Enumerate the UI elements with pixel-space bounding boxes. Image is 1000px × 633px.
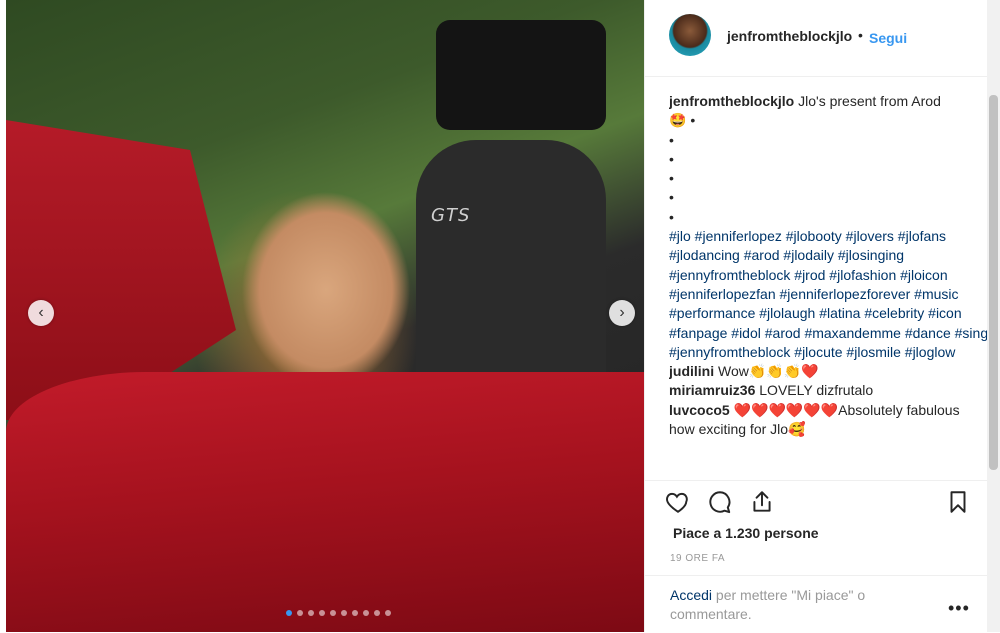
carousel-indicator — [286, 610, 391, 616]
comment-username[interactable]: miriamruiz36 — [669, 382, 755, 398]
caption-hashtags[interactable]: #jlo #jenniferlopez #jlobooty #jlovers #… — [669, 228, 988, 360]
login-text-block: Accedi per mettere "Mi piace" o commenta… — [670, 586, 930, 624]
instagram-post-window: GTS ‹ › jenfromtheblockjlo • Segui jenfr… — [0, 0, 1000, 632]
comment-text: LOVELY dizfrutalo — [759, 382, 874, 399]
follow-button[interactable]: Segui — [869, 30, 907, 46]
next-slide-button[interactable]: › — [609, 300, 635, 326]
separator-dot: • — [858, 27, 863, 43]
comment: luvcoco5 ❤️❤️❤️❤️❤️❤️Absolutely fabulous… — [669, 401, 989, 440]
more-options-icon[interactable]: ••• — [948, 598, 970, 619]
carousel-dot — [319, 610, 325, 616]
caption-username[interactable]: jenfromtheblockjlo — [669, 93, 794, 109]
login-link[interactable]: Accedi — [670, 587, 712, 603]
carousel-dot — [341, 610, 347, 616]
caption-bullet: • — [669, 170, 674, 187]
caption-emoji: 🤩 • — [669, 112, 696, 129]
chevron-right-icon: › — [619, 304, 625, 321]
caption-bullet: • — [669, 189, 674, 206]
scrollbar[interactable] — [987, 0, 1000, 632]
chevron-left-icon: ‹ — [38, 304, 44, 321]
previous-slide-button[interactable]: ‹ — [28, 300, 54, 326]
avatar[interactable] — [669, 14, 711, 56]
seat-label: GTS — [431, 205, 471, 226]
likes-count[interactable]: Piace a 1.230 persone — [673, 525, 819, 541]
caption-text: Jlo's present from Arod — [798, 93, 941, 109]
carousel-dot — [297, 610, 303, 616]
post-timestamp[interactable]: 19 ORE FA — [670, 553, 725, 564]
caption-bullet: • — [669, 131, 674, 148]
comment-username[interactable]: judilini — [669, 363, 714, 379]
carousel-dot — [363, 610, 369, 616]
car-body-shape — [6, 372, 644, 632]
caption-bullet: • — [669, 208, 674, 225]
action-bar — [645, 480, 1000, 521]
post-sidebar: jenfromtheblockjlo • Segui jenfromtheblo… — [644, 0, 1000, 632]
caption: jenfromtheblockjlo Jlo's present from Ar… — [669, 92, 989, 362]
carousel-dot — [286, 610, 292, 616]
login-prompt: Accedi per mettere "Mi piace" o commenta… — [645, 575, 1000, 633]
comment-text: Wow👏👏👏❤️ — [718, 363, 819, 380]
bookmark-icon[interactable] — [945, 489, 971, 515]
comment: judilini Wow👏👏👏❤️ — [669, 362, 989, 381]
comment-username[interactable]: luvcoco5 — [669, 402, 730, 418]
carousel-dot — [352, 610, 358, 616]
carousel-dot — [385, 610, 391, 616]
carousel-dot — [374, 610, 380, 616]
scrollbar-thumb[interactable] — [989, 95, 998, 470]
post-image[interactable]: GTS ‹ › — [6, 0, 644, 632]
comments-section: jenfromtheblockjlo Jlo's present from Ar… — [669, 92, 989, 472]
carousel-dot — [330, 610, 336, 616]
header-username[interactable]: jenfromtheblockjlo — [727, 28, 852, 44]
share-icon[interactable] — [749, 489, 775, 515]
camera-shape — [436, 20, 606, 130]
carousel-dot — [308, 610, 314, 616]
comment: miriamruiz36 LOVELY dizfrutalo — [669, 381, 989, 400]
post-header: jenfromtheblockjlo • Segui — [645, 0, 1000, 77]
comment-icon[interactable] — [707, 489, 733, 515]
caption-bullet: • — [669, 150, 674, 167]
heart-icon[interactable] — [665, 489, 691, 515]
